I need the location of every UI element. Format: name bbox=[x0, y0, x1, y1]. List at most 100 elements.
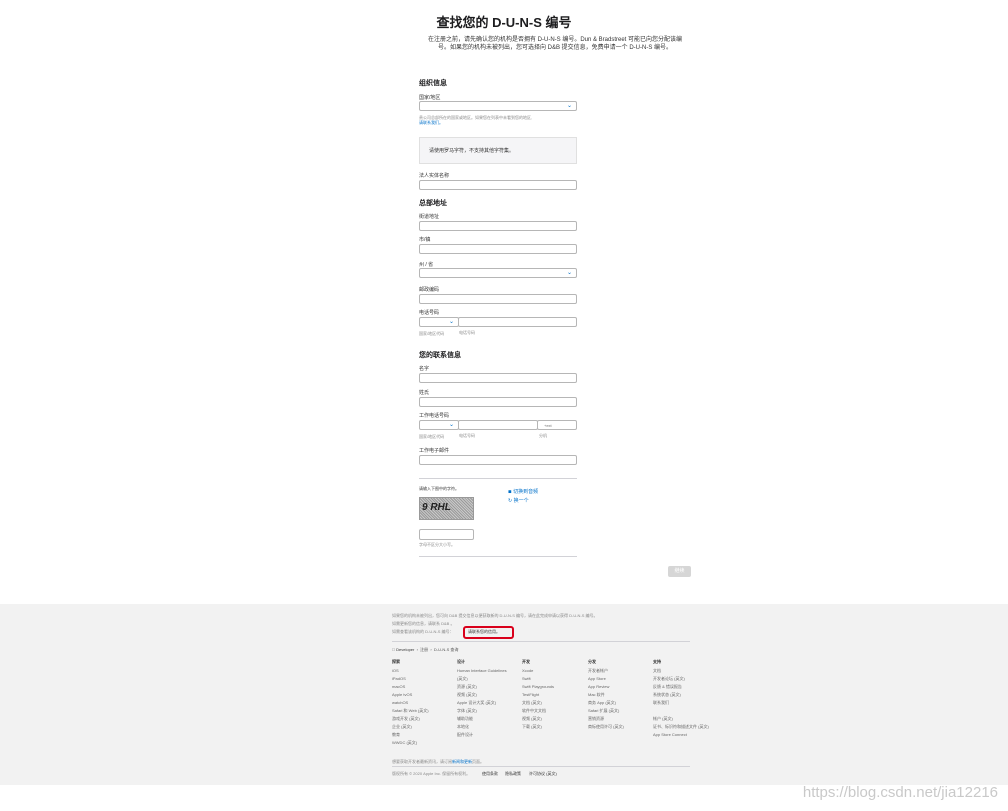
footer-link[interactable]: iPadOS bbox=[392, 675, 429, 683]
footer-link[interactable]: macOS bbox=[392, 683, 429, 691]
breadcrumb-developer[interactable]: Developer bbox=[396, 647, 414, 652]
footer-link[interactable]: 商标使用许可 (英文) bbox=[588, 723, 624, 731]
footer-link[interactable]: Safari 和 Web (英文) bbox=[392, 707, 429, 715]
footer-link[interactable]: Xcode bbox=[522, 667, 554, 675]
footer-divider bbox=[392, 766, 690, 767]
breadcrumb-duns[interactable]: D-U-N-S 查询 bbox=[434, 647, 458, 652]
footer-link[interactable]: App Store Connect bbox=[653, 731, 709, 739]
footer-link[interactable]: 帐户 (英文) bbox=[653, 715, 709, 723]
legal-link-license[interactable]: 许可协议 (英文) bbox=[529, 771, 557, 777]
footer-link[interactable]: 开发者论坛 (英文) bbox=[653, 675, 709, 683]
footer-link[interactable]: 教育 bbox=[392, 731, 429, 739]
chevron-down-icon: ⌄ bbox=[448, 422, 454, 428]
footer-link[interactable]: WWDC (英文) bbox=[392, 739, 429, 747]
footer-link[interactable]: 配件设计 bbox=[457, 731, 507, 739]
copyright: 版权所有 © 2020 Apple Inc. 保留所有权利。 bbox=[392, 771, 471, 776]
footer-link[interactable]: Safari 扩展 (英文) bbox=[588, 707, 624, 715]
switch-audio-button[interactable]: ◾ 切换到音频 bbox=[508, 488, 538, 495]
footer-link[interactable]: App Review bbox=[588, 683, 624, 691]
footer-link[interactable]: 软件中文文档 bbox=[522, 707, 554, 715]
refresh-icon: ↻ bbox=[508, 498, 513, 504]
first-name-label: 名字 bbox=[419, 366, 430, 372]
footer-link[interactable]: 营销资源 bbox=[588, 715, 624, 723]
footer-link[interactable]: App Store bbox=[588, 675, 624, 683]
footer-link[interactable]: 下载 (英文) bbox=[522, 723, 554, 731]
section-title-org: 组织信息 bbox=[419, 80, 447, 87]
section-divider bbox=[419, 556, 577, 557]
page-title: 查找您的 D-U-N-S 编号 bbox=[436, 15, 572, 30]
footer-link[interactable]: Swift bbox=[522, 675, 554, 683]
footer-link[interactable]: iOS bbox=[392, 667, 429, 675]
footer-link[interactable]: Mac 软件 bbox=[588, 691, 624, 699]
footer-link[interactable]: 系统状态 (英文) bbox=[653, 691, 709, 699]
footer-link[interactable]: 证书、标识符和描述文件 (英文) bbox=[653, 723, 709, 731]
footer-column: 分发 开发者帐户 App Store App Review Mac 软件 商务 App (… bbox=[588, 659, 624, 731]
footer-column-title: 探索 bbox=[392, 659, 400, 664]
work-phone-country-select[interactable]: ⌄ bbox=[419, 420, 459, 430]
annotation-highlight bbox=[463, 626, 514, 639]
footer-link[interactable]: 文档 (英文) bbox=[522, 699, 554, 707]
breadcrumb-register[interactable]: 注册 bbox=[420, 647, 428, 652]
first-name-input[interactable] bbox=[419, 373, 577, 383]
legal-name-input[interactable] bbox=[419, 180, 577, 190]
page-description-line: 号。如果您的机构未被列出，您可选择向 D&B 提交信息，免费申请一个 D-U-N… bbox=[437, 45, 672, 51]
footer-link[interactable]: 开发者帐户 bbox=[588, 667, 624, 675]
footer-link[interactable]: (英文) bbox=[457, 675, 507, 683]
phone-country-code-select[interactable]: ⌄ bbox=[419, 317, 459, 327]
footer-column-title: 设计 bbox=[457, 659, 465, 664]
footer-link[interactable]: 游戏开发 (英文) bbox=[392, 715, 429, 723]
legal-link-terms[interactable]: 使用条款 bbox=[482, 771, 498, 777]
footer-column: 支持 文档 开发者论坛 (英文) 反馈 & 错误报告 系统状态 (英文) 联系我们 帐户 … bbox=[653, 659, 709, 739]
footer-link[interactable]: 文档 bbox=[653, 667, 709, 675]
country-label: 国家/地区 bbox=[419, 95, 441, 101]
captcha-input[interactable] bbox=[419, 529, 474, 540]
work-phone-ext-hint: 分机 bbox=[539, 433, 547, 438]
continue-button[interactable]: 继续 bbox=[668, 566, 691, 577]
city-input[interactable] bbox=[419, 244, 577, 254]
street-input[interactable] bbox=[419, 221, 577, 231]
work-phone-number-input[interactable] bbox=[458, 420, 538, 430]
captcha-code: 9 RHL bbox=[422, 502, 451, 513]
work-email-label: 工作电子邮件 bbox=[419, 448, 450, 454]
footer-divider bbox=[392, 641, 690, 642]
footer-link[interactable]: 辅助功能 bbox=[457, 715, 507, 723]
footer-link[interactable]: Swift Playgrounds bbox=[522, 683, 554, 691]
legal-link-privacy[interactable]: 隐私政策 bbox=[505, 771, 521, 777]
footer-link[interactable]: TestFlight bbox=[522, 691, 554, 699]
country-hint: 贵公司总部所在的国家或地区。如果您在列表中未看到您的地区, 请联系我们。 bbox=[419, 115, 589, 125]
footer-link[interactable]: Human Interface Guidelines bbox=[457, 667, 507, 675]
legal-name-label: 法人实体名称 bbox=[419, 173, 450, 179]
footer-link[interactable]: Apple 设计大奖 (英文) bbox=[457, 699, 507, 707]
work-email-input[interactable] bbox=[419, 455, 577, 465]
watermark: https://blog.csdn.net/jia12216 bbox=[802, 784, 998, 801]
footer-link[interactable]: 联系我们 bbox=[653, 699, 709, 707]
footer-link[interactable]: 反馈 & 错误报告 bbox=[653, 683, 709, 691]
work-phone-ext-input[interactable] bbox=[537, 420, 577, 430]
new-captcha-button[interactable]: ↻ 换一个 bbox=[508, 497, 529, 504]
captcha-case-hint: 字母不区分大小写。 bbox=[419, 542, 455, 547]
footer-link bbox=[653, 707, 709, 715]
footer-link[interactable]: 视频 (英文) bbox=[457, 691, 507, 699]
section-title-contact: 您的联系信息 bbox=[419, 352, 461, 359]
footer-note-3: 如需查看该机构的 D-U-N-S 编号： bbox=[392, 629, 454, 634]
country-select[interactable]: ⌄ bbox=[419, 101, 577, 111]
phone-number-input[interactable] bbox=[458, 317, 577, 327]
state-select[interactable]: ⌄ bbox=[419, 268, 577, 278]
footer-link[interactable]: 本地化 bbox=[457, 723, 507, 731]
footer-link[interactable]: 资源 (英文) bbox=[457, 683, 507, 691]
page-description: 在注册之前，请先确认您的机构是否拥有 D-U-N-S 编号。Dun & Brad… bbox=[403, 36, 707, 52]
zip-input[interactable] bbox=[419, 294, 577, 304]
footer-column: 设计 Human Interface Guidelines (英文) 资源 (英文) 视… bbox=[457, 659, 507, 739]
footer-link[interactable]: 商务 App (英文) bbox=[588, 699, 624, 707]
contact-us-link[interactable]: 请联系我们。 bbox=[419, 120, 443, 125]
footer-link[interactable]: 企业 (英文) bbox=[392, 723, 429, 731]
footer-link[interactable]: 视频 (英文) bbox=[522, 715, 554, 723]
footer-link[interactable]: 字体 (英文) bbox=[457, 707, 507, 715]
newsletter-link[interactable]: 新闻和更新 bbox=[452, 759, 472, 764]
newsletter-tail: 页面。 bbox=[472, 759, 484, 764]
chevron-down-icon: ⌄ bbox=[448, 319, 454, 325]
last-name-input[interactable] bbox=[419, 397, 577, 407]
footer-link[interactable]: watchOS bbox=[392, 699, 429, 707]
captcha-prompt: 请输入下图中的字符。 bbox=[419, 486, 459, 491]
footer-link[interactable]: Apple tvOS bbox=[392, 691, 429, 699]
